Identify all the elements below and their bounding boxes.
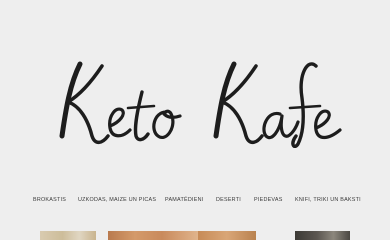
- keto-kafe-logo-script: [59, 61, 342, 148]
- nav-item-uzkodas-maize-un-picas[interactable]: UZKODAS, MAIZE UN PICAS: [78, 194, 156, 206]
- main-navigation: BROKASTIS UZKODAS, MAIZE UN PICAS PAMATĒ…: [0, 194, 390, 206]
- nav-item-brokastis[interactable]: BROKASTIS: [33, 194, 66, 206]
- recipe-thumbnail-2[interactable]: [108, 231, 198, 240]
- nav-item-knifi-triki-un-baksti[interactable]: KNIFI, TRIKI UN BAKSTI: [295, 194, 361, 206]
- nav-item-deserti[interactable]: DESERTI: [216, 194, 241, 206]
- nav-item-pamatedieni[interactable]: PAMATĒDIENI: [165, 194, 204, 206]
- recipe-thumbnail-4[interactable]: [295, 231, 350, 240]
- recipe-thumbnail-3[interactable]: [198, 231, 256, 240]
- recipe-thumbnail-1[interactable]: [40, 231, 96, 240]
- nav-item-piedevas[interactable]: PIEDEVAS: [254, 194, 283, 206]
- site-logo[interactable]: [40, 48, 350, 148]
